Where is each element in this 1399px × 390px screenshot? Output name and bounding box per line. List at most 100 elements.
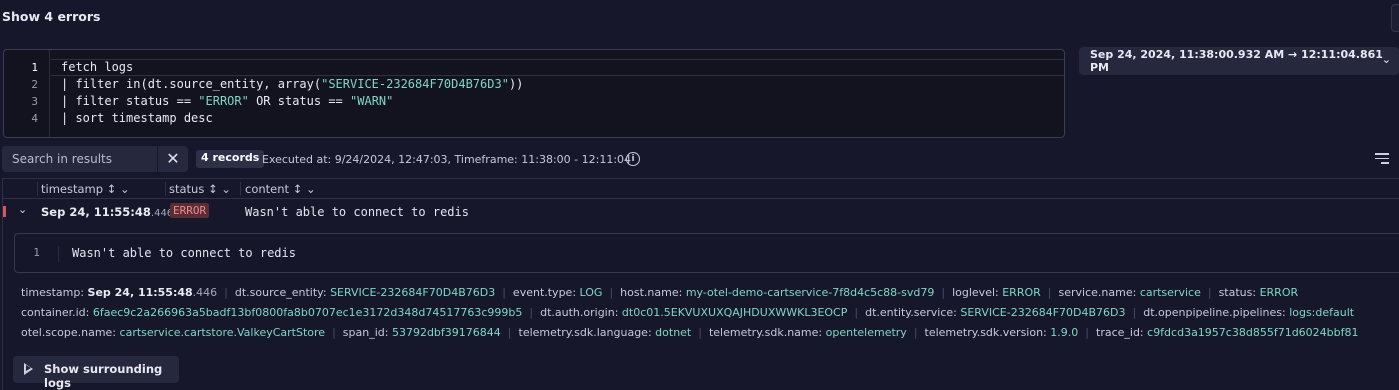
attribute-item[interactable]: otel.scope.name: cartservice.cartstore.V… (21, 326, 325, 339)
code-line[interactable]: | filter in(dt.source_entity, array("SER… (61, 77, 523, 91)
code-token: "WARN" (350, 94, 394, 108)
attribute-key: service.name: (1058, 286, 1137, 299)
attribute-separator: | (941, 286, 946, 299)
attribute-key: dt.source_entity: (234, 286, 327, 299)
attribute-separator: | (854, 306, 859, 319)
timeframe-label: Sep 24, 2024, 11:38:00.932 AM → 12:11:04… (1090, 48, 1383, 74)
code-token: fetch logs (61, 60, 134, 74)
line-number: 2 (31, 78, 38, 91)
line-number: 1 (31, 61, 38, 74)
close-icon[interactable]: ✕ (158, 146, 188, 172)
attribute-item[interactable]: timestamp: Sep 24, 11:55:48.446 (21, 286, 217, 299)
attribute-key: span_id: (342, 326, 389, 339)
attribute-item[interactable]: telemetry.sdk.language: dotnet (519, 326, 692, 339)
attribute-item[interactable]: status: ERROR (1219, 286, 1299, 299)
column-header-timestamp[interactable]: timestamp ↕ ⌄ (41, 182, 130, 196)
attribute-value: cartservice.cartstore.ValkeyCartStore (119, 326, 326, 339)
attribute-row: otel.scope.name: cartservice.cartstore.V… (21, 326, 1359, 339)
attribute-key: loglevel: (952, 286, 999, 299)
attribute-key: dt.auth.origin: (540, 306, 619, 319)
error-marker (3, 206, 6, 217)
attribute-item[interactable]: dt.source_entity: SERVICE-232684F70D4B76… (235, 286, 495, 299)
attribute-value: dt0c01.5EKVUXUXQAJHDUXWWKL3EOCP (621, 306, 848, 319)
attribute-key: telemetry.sdk.language: (518, 326, 652, 339)
attribute-value: logs:default (1289, 306, 1355, 319)
attribute-key: container.id: (21, 306, 90, 319)
attribute-separator: | (609, 286, 614, 299)
attribute-item[interactable]: trace_id: c9fdcd3a1957c38d855f71d6024bbf… (1096, 326, 1359, 339)
column-header-status[interactable]: status ↕ ⌄ (169, 182, 231, 196)
log-content-viewer: 1 Wasn't able to connect to redis (14, 233, 1399, 273)
active-line-highlight (51, 59, 1064, 76)
records-badge: 4 records (196, 150, 265, 168)
attribute-separator: | (529, 306, 534, 319)
line-gutter: 1 2 3 4 (4, 50, 50, 137)
row-content: Wasn't able to connect to redis (245, 205, 469, 219)
attribute-value: LOG (579, 286, 603, 299)
code-line[interactable]: fetch logs (61, 60, 133, 74)
info-icon[interactable]: i (626, 152, 640, 166)
attribute-item[interactable]: dt.openpipeline.pipelines: logs:default (1143, 306, 1354, 319)
code-line[interactable]: | filter status == "ERROR" OR status == … (61, 94, 393, 108)
status-badge: ERROR (170, 203, 210, 218)
code-token: "ERROR" (198, 94, 249, 108)
attribute-item[interactable]: loglevel: ERROR (952, 286, 1041, 299)
attribute-item[interactable]: event.type: LOG (513, 286, 603, 299)
line-number: 4 (31, 112, 38, 125)
attribute-separator: | (1207, 286, 1212, 299)
toolbar-button-stub[interactable] (1391, 4, 1399, 32)
attribute-value: my-otel-demo-cartservice-7f8d4c5c88-svd7… (685, 286, 935, 299)
attribute-separator: | (502, 286, 506, 299)
query-editor[interactable]: 1 2 3 4 fetch logs | filter in(dt.source… (3, 49, 1065, 138)
attribute-value: SERVICE-232684F70D4B76D3 (960, 306, 1126, 319)
table-settings-icon[interactable] (1375, 153, 1389, 165)
attribute-value: SERVICE-232684F70D4B76D3 (330, 286, 496, 299)
page-title[interactable]: Show 4 errors (2, 9, 100, 24)
search-input[interactable]: Search in results (2, 146, 157, 172)
line-number: 3 (31, 95, 38, 108)
attribute-value: ERROR (1002, 286, 1041, 299)
attribute-separator: | (1132, 306, 1137, 319)
column-header-content[interactable]: content ↕ ⌄ (245, 182, 316, 196)
attribute-item[interactable]: telemetry.sdk.name: opentelemetry (709, 326, 907, 339)
attribute-separator: | (1047, 286, 1052, 299)
chevron-down-icon[interactable]: ⌄ (18, 203, 27, 216)
attribute-value: 1.9.0 (1050, 326, 1079, 339)
attribute-key: dt.entity.service: (865, 306, 957, 319)
code-line[interactable]: | sort timestamp desc (61, 111, 213, 125)
attribute-key: dt.openpipeline.pipelines: (1143, 306, 1286, 319)
attribute-key: telemetry.sdk.name: (708, 326, 823, 339)
attribute-separator: | (332, 326, 336, 339)
timeframe-selector[interactable]: Sep 24, 2024, 11:38:00.932 AM → 12:11:04… (1079, 47, 1399, 75)
attribute-key: telemetry.sdk.version: (924, 326, 1047, 339)
attribute-separator: | (913, 326, 918, 339)
code-token: "SERVICE-232684F70D4B76D3" (321, 77, 509, 91)
attribute-item[interactable]: telemetry.sdk.version: 1.9.0 (925, 326, 1079, 339)
play-icon (24, 363, 33, 375)
attribute-key: timestamp: (21, 286, 85, 299)
line-number: 1 (15, 246, 59, 262)
attribute-separator: | (698, 326, 702, 339)
attribute-value: 53792dbf39176844 (391, 326, 501, 339)
attribute-separator: | (1085, 326, 1089, 339)
attribute-row: timestamp: Sep 24, 11:55:48.446 | dt.sourc… (21, 286, 1298, 299)
attribute-item[interactable]: span_id: 53792dbf39176844 (343, 326, 501, 339)
attribute-separator: | (224, 286, 228, 299)
attribute-item[interactable]: service.name: cartservice (1059, 286, 1201, 299)
attribute-value-ms: .446 (192, 286, 218, 299)
attribute-row: container.id: 6faec9c2a266963a5badf13bf0… (21, 306, 1354, 319)
attribute-key: status: (1218, 286, 1257, 299)
chevron-down-icon: ⌄ (1381, 53, 1391, 66)
attribute-value: opentelemetry (825, 326, 907, 339)
attribute-item[interactable]: host.name: my-otel-demo-cartservice-7f8d… (620, 286, 934, 299)
table-row[interactable]: ⌄ Sep 24, 11:55:48.446 ERROR Wasn't able… (3, 200, 1399, 222)
code-token: | sort timestamp desc (61, 111, 213, 125)
attribute-value: c9fdcd3a1957c38d855f71d6024bbf81 (1147, 326, 1359, 339)
attribute-item[interactable]: dt.auth.origin: dt0c01.5EKVUXUXQAJHDUXWW… (540, 306, 847, 319)
attribute-item[interactable]: container.id: 6faec9c2a266963a5badf13bf0… (21, 306, 522, 319)
show-surrounding-logs-button[interactable]: Show surrounding logs (13, 356, 179, 390)
attribute-item[interactable]: dt.entity.service: SERVICE-232684F70D4B7… (865, 306, 1125, 319)
code-token: | filter status == (61, 94, 199, 108)
execution-info: Executed at: 9/24/2024, 12:47:03, Timefr… (262, 153, 632, 166)
code-token: OR status == (248, 94, 351, 108)
